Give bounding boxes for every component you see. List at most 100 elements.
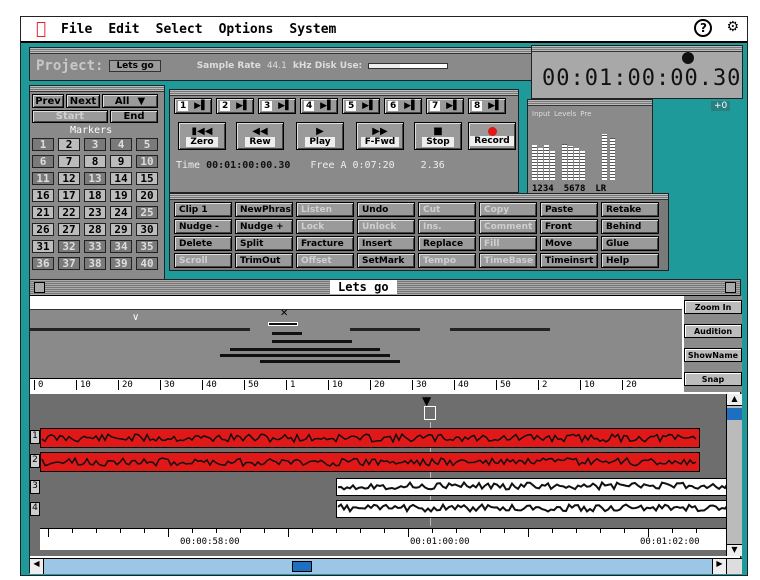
track-selector-4[interactable]: 4 ▶▌	[300, 98, 338, 114]
edit-button-scroll[interactable]: Scroll	[174, 253, 232, 268]
edit-button-trimout[interactable]: TrimOut	[235, 253, 293, 268]
marker-button[interactable]: 15	[136, 172, 158, 185]
ruler-upper[interactable]: 0 10 20 30 40 50 1 10 20 30 40 50 2 10 20	[30, 378, 682, 392]
levels-titlebar[interactable]	[528, 100, 652, 106]
edit-button-behind[interactable]: Behind	[601, 219, 659, 234]
marker-button[interactable]: 18	[84, 189, 106, 202]
marker-button[interactable]: 38	[84, 257, 106, 270]
marker-button[interactable]: 17	[58, 189, 80, 202]
marker-button[interactable]: 37	[58, 257, 80, 270]
marker-button[interactable]: 34	[110, 240, 132, 253]
menu-options[interactable]: Options	[219, 22, 274, 37]
close-box-icon[interactable]	[34, 282, 45, 293]
marker-button[interactable]: 11	[32, 172, 54, 185]
track-selector-8[interactable]: 8 ▶▌	[468, 98, 506, 114]
transport-titlebar[interactable]	[170, 90, 518, 96]
edit-button-undo[interactable]: Undo	[357, 202, 415, 217]
marker-button[interactable]: 5	[136, 138, 158, 151]
menu-system[interactable]: System	[289, 22, 336, 37]
audio-track-1[interactable]	[40, 428, 700, 448]
marker-button[interactable]: 21	[32, 206, 54, 219]
edit-button-glue[interactable]: Glue	[601, 236, 659, 251]
menu-file[interactable]: File	[61, 22, 92, 37]
track-selector-1[interactable]: 1 ▶▌	[174, 98, 212, 114]
scroll-thumb[interactable]	[727, 408, 742, 420]
resize-box-icon[interactable]	[726, 559, 742, 574]
marker-button[interactable]: 19	[110, 189, 132, 202]
marker-button[interactable]: 12	[58, 172, 80, 185]
edit-button-insert[interactable]: Insert	[357, 236, 415, 251]
marker-button[interactable]: 9	[110, 155, 132, 168]
track-window-titlebar[interactable]: Lets go	[30, 280, 740, 296]
snap-button[interactable]: Snap	[684, 372, 742, 386]
edit-button-setmark[interactable]: SetMark	[357, 253, 415, 268]
scroll-down-arrow-icon[interactable]: ▼	[727, 544, 742, 556]
horizontal-scrollbar[interactable]: ◀ ▶	[30, 558, 742, 574]
track-number-label[interactable]: 1	[30, 430, 40, 444]
marker-button[interactable]: 7	[58, 155, 80, 168]
marker-button[interactable]: 4	[110, 138, 132, 151]
marker-button[interactable]: 31	[32, 240, 54, 253]
edit-button-paste[interactable]: Paste	[540, 202, 598, 217]
audio-track-2[interactable]	[40, 452, 700, 472]
audio-track-3[interactable]	[336, 478, 730, 496]
sample-rate-value[interactable]: 44.1	[267, 61, 287, 71]
marker-button[interactable]: 39	[110, 257, 132, 270]
edit-button-cut[interactable]: Cut	[418, 202, 476, 217]
edit-button-lock[interactable]: Lock	[296, 219, 354, 234]
edit-button-nudge-[interactable]: Nudge +	[235, 219, 293, 234]
track-area[interactable]: ▼ 1234 00:00:58:00 00:01:00:00 00:01:02:00	[30, 394, 730, 556]
all-dropdown[interactable]: All ▼	[102, 94, 158, 108]
marker-button[interactable]: 24	[110, 206, 132, 219]
stop-button[interactable]: ■ Stop	[414, 122, 462, 150]
edit-button-listen[interactable]: Listen	[296, 202, 354, 217]
marker-button[interactable]: 20	[136, 189, 158, 202]
marker-button[interactable]: 30	[136, 223, 158, 236]
edit-button-fracture[interactable]: Fracture	[296, 236, 354, 251]
end-button[interactable]: End	[110, 110, 158, 123]
edit-button-offset[interactable]: Offset	[296, 253, 354, 268]
record-button[interactable]: Record	[468, 122, 516, 150]
project-name[interactable]: Lets go	[109, 60, 161, 72]
edit-button-fill[interactable]: Fill	[479, 236, 537, 251]
edit-button-comment[interactable]: Comment	[479, 219, 537, 234]
edit-button-help[interactable]: Help	[601, 253, 659, 268]
edit-button-newphras[interactable]: NewPhras	[235, 202, 293, 217]
edit-button-timebase[interactable]: TimeBase	[479, 253, 537, 268]
rew-button[interactable]: ◀◀ Rew	[236, 122, 284, 150]
markers-titlebar[interactable]	[30, 86, 164, 92]
marker-button[interactable]: 13	[84, 172, 106, 185]
apple-menu-icon[interactable]: 	[21, 19, 61, 39]
menu-edit[interactable]: Edit	[108, 22, 139, 37]
marker-button[interactable]: 2	[58, 138, 80, 151]
show-name-button[interactable]: ShowName	[684, 348, 742, 362]
track-number-label[interactable]: 2	[30, 454, 40, 468]
edit-titlebar[interactable]	[170, 194, 668, 200]
edit-button-move[interactable]: Move	[540, 236, 598, 251]
edit-button-delete[interactable]: Delete	[174, 236, 232, 251]
track-selector-5[interactable]: 5 ▶▌	[342, 98, 380, 114]
ffwd-button[interactable]: ▶▶ F-Fwd	[356, 122, 404, 150]
track-selector-7[interactable]: 7 ▶▌	[426, 98, 464, 114]
marker-button[interactable]: 8	[84, 155, 106, 168]
track-selector-6[interactable]: 6 ▶▌	[384, 98, 422, 114]
clock-titlebar[interactable]	[532, 46, 742, 52]
marker-button[interactable]: 3	[84, 138, 106, 151]
vertical-scrollbar[interactable]: ▲ ▼	[726, 394, 742, 556]
edit-button-tempo[interactable]: Tempo	[418, 253, 476, 268]
edit-button-ins-[interactable]: Ins.	[418, 219, 476, 234]
clock-pin-icon[interactable]	[682, 52, 694, 64]
edit-button-front[interactable]: Front	[540, 219, 598, 234]
next-button[interactable]: Next	[66, 94, 100, 108]
marker-button[interactable]: 36	[32, 257, 54, 270]
track-number-label[interactable]: 3	[30, 480, 40, 494]
audition-button[interactable]: Audition	[684, 324, 742, 338]
marker-button[interactable]: 1	[32, 138, 54, 151]
ruler-lower[interactable]: 00:00:58:00 00:01:00:00 00:01:02:00	[40, 528, 726, 550]
marker-button[interactable]: 6	[32, 155, 54, 168]
marker-button[interactable]: 23	[84, 206, 106, 219]
help-icon[interactable]: ?	[694, 19, 713, 37]
project-titlebar[interactable]	[30, 48, 538, 54]
scroll-right-arrow-icon[interactable]: ▶	[712, 559, 726, 574]
marker-button[interactable]: 28	[84, 223, 106, 236]
